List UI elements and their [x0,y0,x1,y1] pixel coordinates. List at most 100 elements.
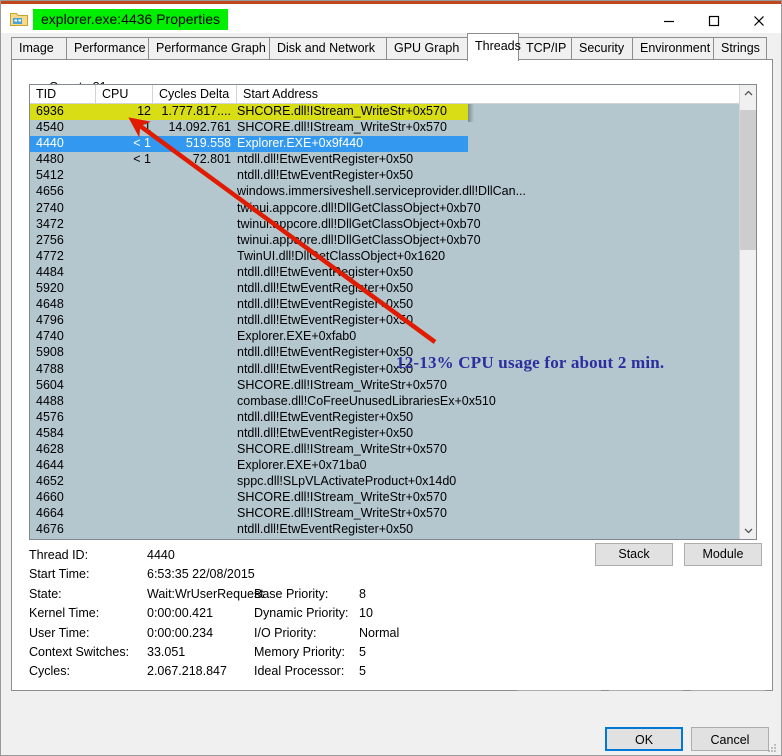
stack-button[interactable]: Stack [595,543,673,566]
cell-cycles: 72.801 [192,152,231,167]
table-row[interactable]: 4576 ntdll.dll!EtwEventRegister+0x50 [30,410,756,426]
scrollbar-thumb[interactable] [740,110,756,250]
tab-image[interactable]: Image [11,37,67,60]
table-row[interactable]: 4660 SHCORE.dll!IStream_WriteStr+0x570 [30,490,756,506]
column-header-label: Start Address [243,87,319,101]
cell-address: ntdll.dll!EtwEventRegister+0x50 [237,168,414,183]
table-row[interactable]: 2740 twinui.appcore.dll!DllGetClassObject… [30,200,756,217]
cell-tid: 4480 [36,152,64,167]
table-row[interactable]: 4740 Explorer.EXE+0xfab0 [30,329,756,345]
column-header-cpu[interactable]: CPU ⌃ [96,85,153,104]
cell-address: twinui.appcore.dll!DllGetClassObject+0xb… [237,216,481,231]
table-row[interactable]: 4488 combase.dll!CoFreeUnusedLibrariesEx+… [30,393,756,410]
ok-button[interactable]: OK [605,727,683,751]
table-row[interactable]: 4648 ntdll.dll!EtwEventRegister+0x50 [30,297,756,313]
tab-security[interactable]: Security [571,37,633,60]
cell-address: combase.dll!CoFreeUnusedLibrariesEx+0x51… [237,393,496,408]
cell-address: SHCORE.dll!IStream_WriteStr+0x570 [237,490,447,505]
minimize-button[interactable] [646,7,691,35]
table-row[interactable]: 4772 TwinUI.dll!DllGetClassObject+0x1620 [30,249,756,265]
threads-list-rows[interactable]: 6936 12 1.777.817.... SHCORE.dll!IStream_Wr… [30,104,756,540]
table-row[interactable]: 5920 ntdll.dll!EtwEventRegister+0x50 [30,281,756,297]
cell-tid: 4788 [36,361,64,376]
threads-list-header: TID CPU ⌃ Cycles Delta Start Address [30,85,756,104]
cell-address: ntdll.dll!EtwEventRegister+0x50 [237,152,414,167]
cell-address: ntdll.dll!EtwEventRegister+0x50 [237,264,414,279]
column-header-label: Cycles Delta [159,87,230,101]
cell-address: twinui.appcore.dll!DllGetClassObject+0xb… [237,200,481,215]
cancel-button[interactable]: Cancel [691,727,769,751]
cell-cpu: < 1 [133,136,151,151]
cell-address: sppc.dll!SLpVLActivateProduct+0x14d0 [237,474,457,489]
table-row[interactable]: 4584 ntdll.dll!EtwEventRegister+0x50 [30,425,756,442]
cell-address: ntdll.dll!EtwEventRegister+0x50 [237,425,414,440]
cell-cpu: 12 [137,104,151,118]
column-header-cycles-delta[interactable]: Cycles Delta [153,85,237,104]
detail-value: 2.067.218.847 [147,664,227,679]
table-row[interactable]: 4680 ntdll.dll!EtwEventRegister+0x50 [30,539,756,540]
cell-tid: 4644 [36,458,64,473]
detail-label: I/O Priority: [254,625,317,640]
table-row[interactable]: 4652 sppc.dll!SLpVLActivateProduct+0x14d0 [30,474,756,490]
detail-value: 0:00:00.421 [147,606,214,621]
annotation-label: 12-13% CPU usage for about 2 min. [396,353,665,372]
cell-tid: 4484 [36,264,64,279]
cell-address: Explorer.EXE+0x9f440 [237,136,364,151]
resize-grip-icon[interactable] [766,741,778,753]
cell-tid: 4676 [36,522,64,537]
cell-address: ntdll.dll!EtwEventRegister+0x50 [237,297,414,312]
cell-tid: 4796 [36,313,64,328]
detail-label: Start Time: [29,567,90,582]
table-row[interactable]: 4480 < 1 72.801 ntdll.dll!EtwEventRegister+… [30,152,756,168]
table-row[interactable]: 5604 SHCORE.dll!IStream_WriteStr+0x570 [30,377,756,394]
cell-tid: 5604 [36,377,64,392]
cell-tid: 4680 [36,539,96,540]
tab-performance[interactable]: Performance [66,37,149,60]
close-button[interactable] [736,7,781,35]
table-row[interactable]: 4540 < 1 14.092.761 SHCORE.dll!IStream_Writ… [30,120,756,136]
scroll-up-icon[interactable] [740,85,756,102]
table-row[interactable]: 4440 < 1 519.558 Explorer.EXE+0x9f440 [30,136,468,153]
cell-tid: 5920 [36,281,64,296]
table-row[interactable]: 4656 windows.immersiveshell.serviceprovid… [30,184,756,200]
tab-strings[interactable]: Strings [713,37,767,60]
cell-cycles: 519.558 [185,136,231,151]
detail-value: 8 [359,586,366,601]
cell-tid: 2756 [36,232,64,247]
table-row[interactable]: 4664 SHCORE.dll!IStream_WriteStr+0x570 [30,506,756,522]
tab-tcp-ip[interactable]: TCP/IP [518,37,572,60]
cell-address: ntdll.dll!EtwEventRegister+0x50 [237,281,414,296]
tab-gpu-graph[interactable]: GPU Graph [386,37,468,60]
folder-icon [10,11,28,27]
threads-list-scrollbar[interactable] [739,85,756,539]
module-button[interactable]: Module [684,543,762,566]
table-row[interactable]: 4644 Explorer.EXE+0x71ba0 [30,458,756,474]
column-header-tid[interactable]: TID [30,85,96,104]
table-row[interactable]: 6936 12 1.777.817.... SHCORE.dll!IStream_Wr… [30,104,474,122]
tab-disk-and-network[interactable]: Disk and Network [269,37,387,60]
maximize-button[interactable] [691,7,736,35]
threads-list[interactable]: TID CPU ⌃ Cycles Delta Start Address 6936 12 1… [29,84,757,540]
cell-tid: 6936 [36,104,64,118]
table-row[interactable]: 4676 ntdll.dll!EtwEventRegister+0x50 [30,522,756,538]
table-row[interactable]: 3472 twinui.appcore.dll!DllGetClassObject… [30,216,756,233]
detail-value: 0:00:00.234 [147,625,214,640]
dialog-footer: OK Cancel [1,691,781,755]
scroll-down-icon[interactable] [740,522,756,539]
tab-environment[interactable]: Environment [632,37,714,60]
properties-window: explorer.exe:4436 Properties Image Perfor… [0,0,782,756]
column-header-start-address[interactable]: Start Address [237,85,756,104]
detail-value: 33.051 [147,645,186,659]
table-row[interactable]: 2756 twinui.appcore.dll!DllGetClassObject… [30,232,756,249]
tab-strip: Image Performance Performance Graph Disk an… [1,33,781,61]
tab-performance-graph[interactable]: Performance Graph [148,37,270,60]
table-row[interactable]: 4484 ntdll.dll!EtwEventRegister+0x50 [30,264,756,281]
cell-tid: 4656 [36,184,64,199]
tab-threads[interactable]: Threads [467,33,521,61]
table-row[interactable]: 4796 ntdll.dll!EtwEventRegister+0x50 [30,313,756,329]
table-row[interactable]: 5412 ntdll.dll!EtwEventRegister+0x50 [30,168,756,184]
cell-tid: 4440 [36,136,64,151]
cell-tid: 4628 [36,441,64,456]
table-row[interactable]: 4628 SHCORE.dll!IStream_WriteStr+0x570 [30,441,756,458]
detail-value: 5 [359,664,366,679]
